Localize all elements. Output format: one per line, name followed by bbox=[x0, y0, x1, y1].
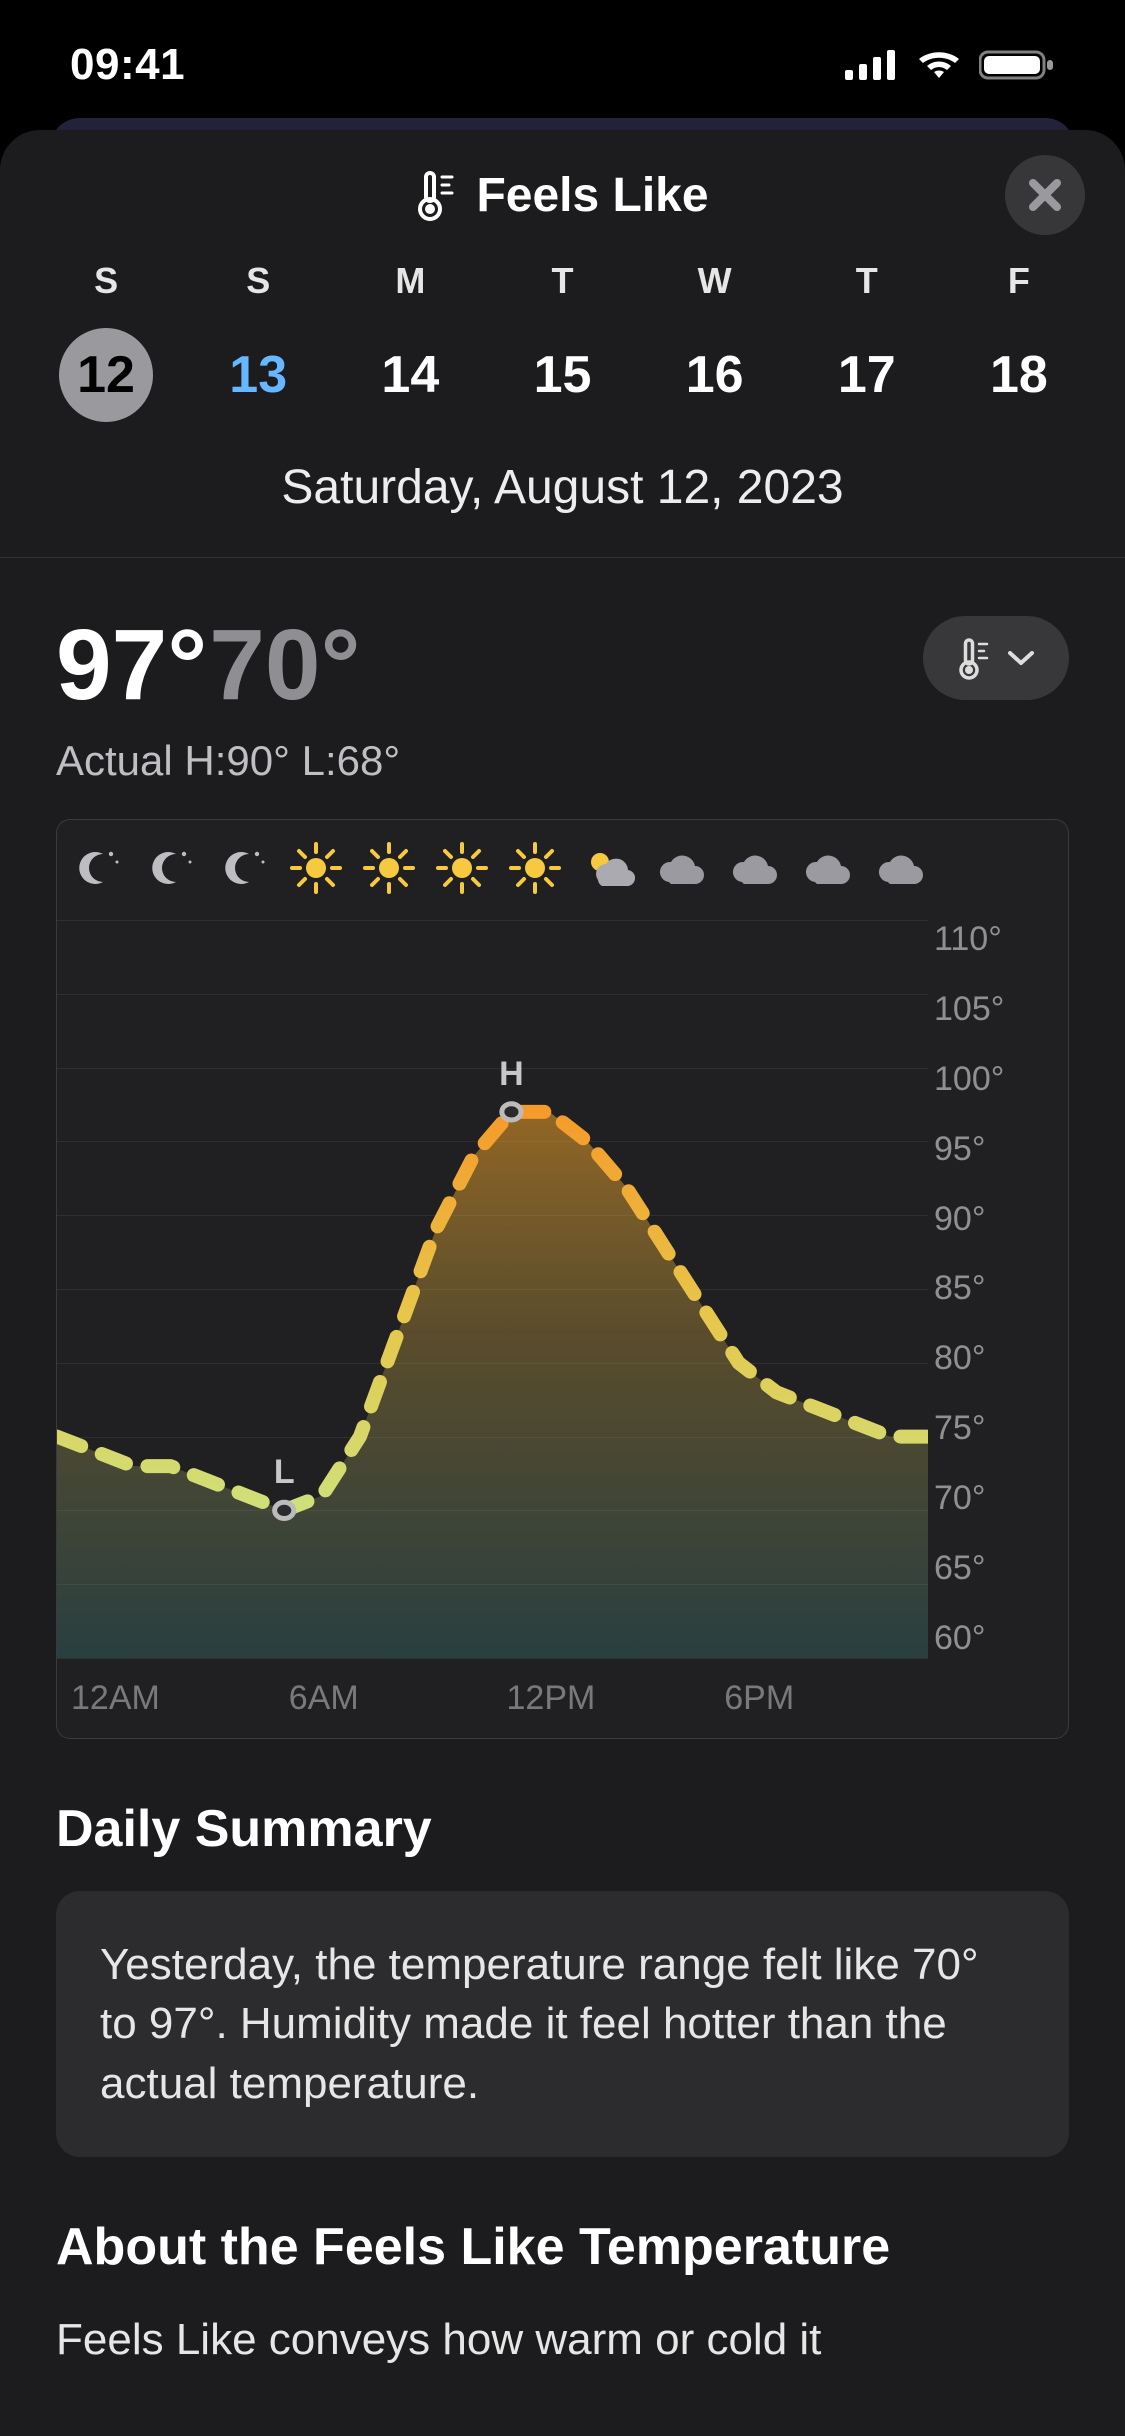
y-axis-label: 60° bbox=[934, 1619, 1054, 1658]
sheet-title: Feels Like bbox=[476, 168, 708, 223]
status-bar: 09:41 bbox=[0, 0, 1125, 130]
day-number: 12 bbox=[77, 345, 135, 405]
day-number-chip: 12 bbox=[59, 328, 153, 422]
day-cell-18[interactable]: F 18 bbox=[943, 260, 1095, 422]
day-of-week-label: T bbox=[551, 260, 573, 302]
feels-like-sheet: Feels Like S 12 S 13 M 14 T 15 W 16 T 17 F 18 Saturda… bbox=[0, 130, 1125, 2436]
day-of-week-label: S bbox=[94, 260, 118, 302]
cloud-icon bbox=[653, 840, 709, 896]
sun-icon bbox=[434, 840, 490, 896]
status-indicators bbox=[843, 48, 1055, 82]
day-cell-15[interactable]: T 15 bbox=[486, 260, 638, 422]
day-number-chip: 18 bbox=[972, 328, 1066, 422]
sun-icon bbox=[288, 840, 344, 896]
x-axis-label: 12AM bbox=[57, 1679, 275, 1718]
feels-like-low: 70° bbox=[209, 608, 360, 723]
thermometer-icon bbox=[416, 169, 456, 221]
about-heading: About the Feels Like Temperature bbox=[56, 2217, 1069, 2277]
y-axis-label: 75° bbox=[934, 1409, 1054, 1448]
day-of-week-label: W bbox=[698, 260, 732, 302]
cloud-icon bbox=[799, 840, 855, 896]
day-number-chip: 17 bbox=[820, 328, 914, 422]
actual-hi-lo: Actual H:90° L:68° bbox=[56, 737, 400, 785]
about-body: Feels Like conveys how warm or cold it bbox=[56, 2309, 1069, 2365]
thermometer-icon bbox=[957, 636, 991, 680]
day-number-chip: 16 bbox=[668, 328, 762, 422]
chart-y-axis: 110° 105° 100° 95° 90° 85° 80° 75° 70° 65° 60° bbox=[934, 920, 1054, 1658]
day-number-chip: 14 bbox=[363, 328, 457, 422]
metric-selector-button[interactable] bbox=[923, 616, 1069, 700]
day-cell-17[interactable]: T 17 bbox=[791, 260, 943, 422]
close-icon bbox=[1025, 175, 1065, 215]
temperature-summary-row: 97° 70° Actual H:90° L:68° bbox=[0, 558, 1125, 795]
high-marker-label: H bbox=[499, 1055, 524, 1094]
battery-icon bbox=[979, 48, 1055, 82]
day-number-chip: 13 bbox=[211, 328, 305, 422]
full-date-label: Saturday, August 12, 2023 bbox=[0, 460, 1125, 515]
day-cell-16[interactable]: W 16 bbox=[639, 260, 791, 422]
day-cell-13[interactable]: S 13 bbox=[182, 260, 334, 422]
daily-summary-heading: Daily Summary bbox=[56, 1799, 1069, 1859]
day-number: 16 bbox=[686, 345, 744, 405]
daily-summary-section: Daily Summary Yesterday, the temperature… bbox=[0, 1739, 1125, 2157]
moon-stars-icon bbox=[215, 840, 271, 896]
y-axis-label: 110° bbox=[934, 920, 1054, 959]
day-of-week-label: S bbox=[246, 260, 270, 302]
x-axis-label: 12PM bbox=[493, 1679, 711, 1718]
y-axis-label: 85° bbox=[934, 1269, 1054, 1308]
about-section: About the Feels Like Temperature Feels L… bbox=[0, 2157, 1125, 2365]
status-time: 09:41 bbox=[70, 40, 185, 90]
feels-like-chart[interactable]: HL 110°105°100°95°90°85°80°75°70°65°60° … bbox=[56, 819, 1069, 1739]
y-axis-label: 80° bbox=[934, 1339, 1054, 1378]
day-number: 15 bbox=[534, 345, 592, 405]
cloud-icon bbox=[872, 840, 928, 896]
day-of-week-label: M bbox=[395, 260, 425, 302]
y-axis-label: 100° bbox=[934, 1060, 1054, 1099]
y-axis-label: 70° bbox=[934, 1479, 1054, 1518]
feels-like-high: 97° bbox=[56, 608, 207, 723]
x-axis-label: 6AM bbox=[275, 1679, 493, 1718]
low-marker-label: L bbox=[274, 1453, 295, 1492]
chart-x-axis: 12AM6AM12PM6PM bbox=[57, 1679, 928, 1718]
chevron-down-icon bbox=[1007, 649, 1035, 667]
day-selector-strip[interactable]: S 12 S 13 M 14 T 15 W 16 T 17 F 18 bbox=[0, 260, 1125, 422]
cellular-icon bbox=[843, 48, 899, 82]
day-of-week-label: T bbox=[856, 260, 878, 302]
sun-icon bbox=[361, 840, 417, 896]
wifi-icon bbox=[915, 48, 963, 82]
day-number: 17 bbox=[838, 345, 896, 405]
condition-icons-row bbox=[69, 840, 928, 896]
day-cell-14[interactable]: M 14 bbox=[334, 260, 486, 422]
y-axis-label: 105° bbox=[934, 990, 1054, 1029]
y-axis-label: 90° bbox=[934, 1200, 1054, 1239]
day-cell-12[interactable]: S 12 bbox=[30, 260, 182, 422]
day-number: 14 bbox=[381, 345, 439, 405]
chart-plot: HL bbox=[57, 920, 928, 1658]
day-number: 18 bbox=[990, 345, 1048, 405]
y-axis-label: 65° bbox=[934, 1549, 1054, 1588]
day-of-week-label: F bbox=[1008, 260, 1030, 302]
y-axis-label: 95° bbox=[934, 1130, 1054, 1169]
sun-icon bbox=[507, 840, 563, 896]
cloud-icon bbox=[726, 840, 782, 896]
partly-cloudy-icon bbox=[580, 840, 636, 896]
close-button[interactable] bbox=[1005, 155, 1085, 235]
day-number: 13 bbox=[229, 345, 287, 405]
day-number-chip: 15 bbox=[515, 328, 609, 422]
moon-stars-icon bbox=[142, 840, 198, 896]
moon-stars-icon bbox=[69, 840, 125, 896]
x-axis-label: 6PM bbox=[710, 1679, 928, 1718]
daily-summary-card: Yesterday, the temperature range felt li… bbox=[56, 1891, 1069, 2157]
sheet-header: Feels Like bbox=[0, 130, 1125, 260]
